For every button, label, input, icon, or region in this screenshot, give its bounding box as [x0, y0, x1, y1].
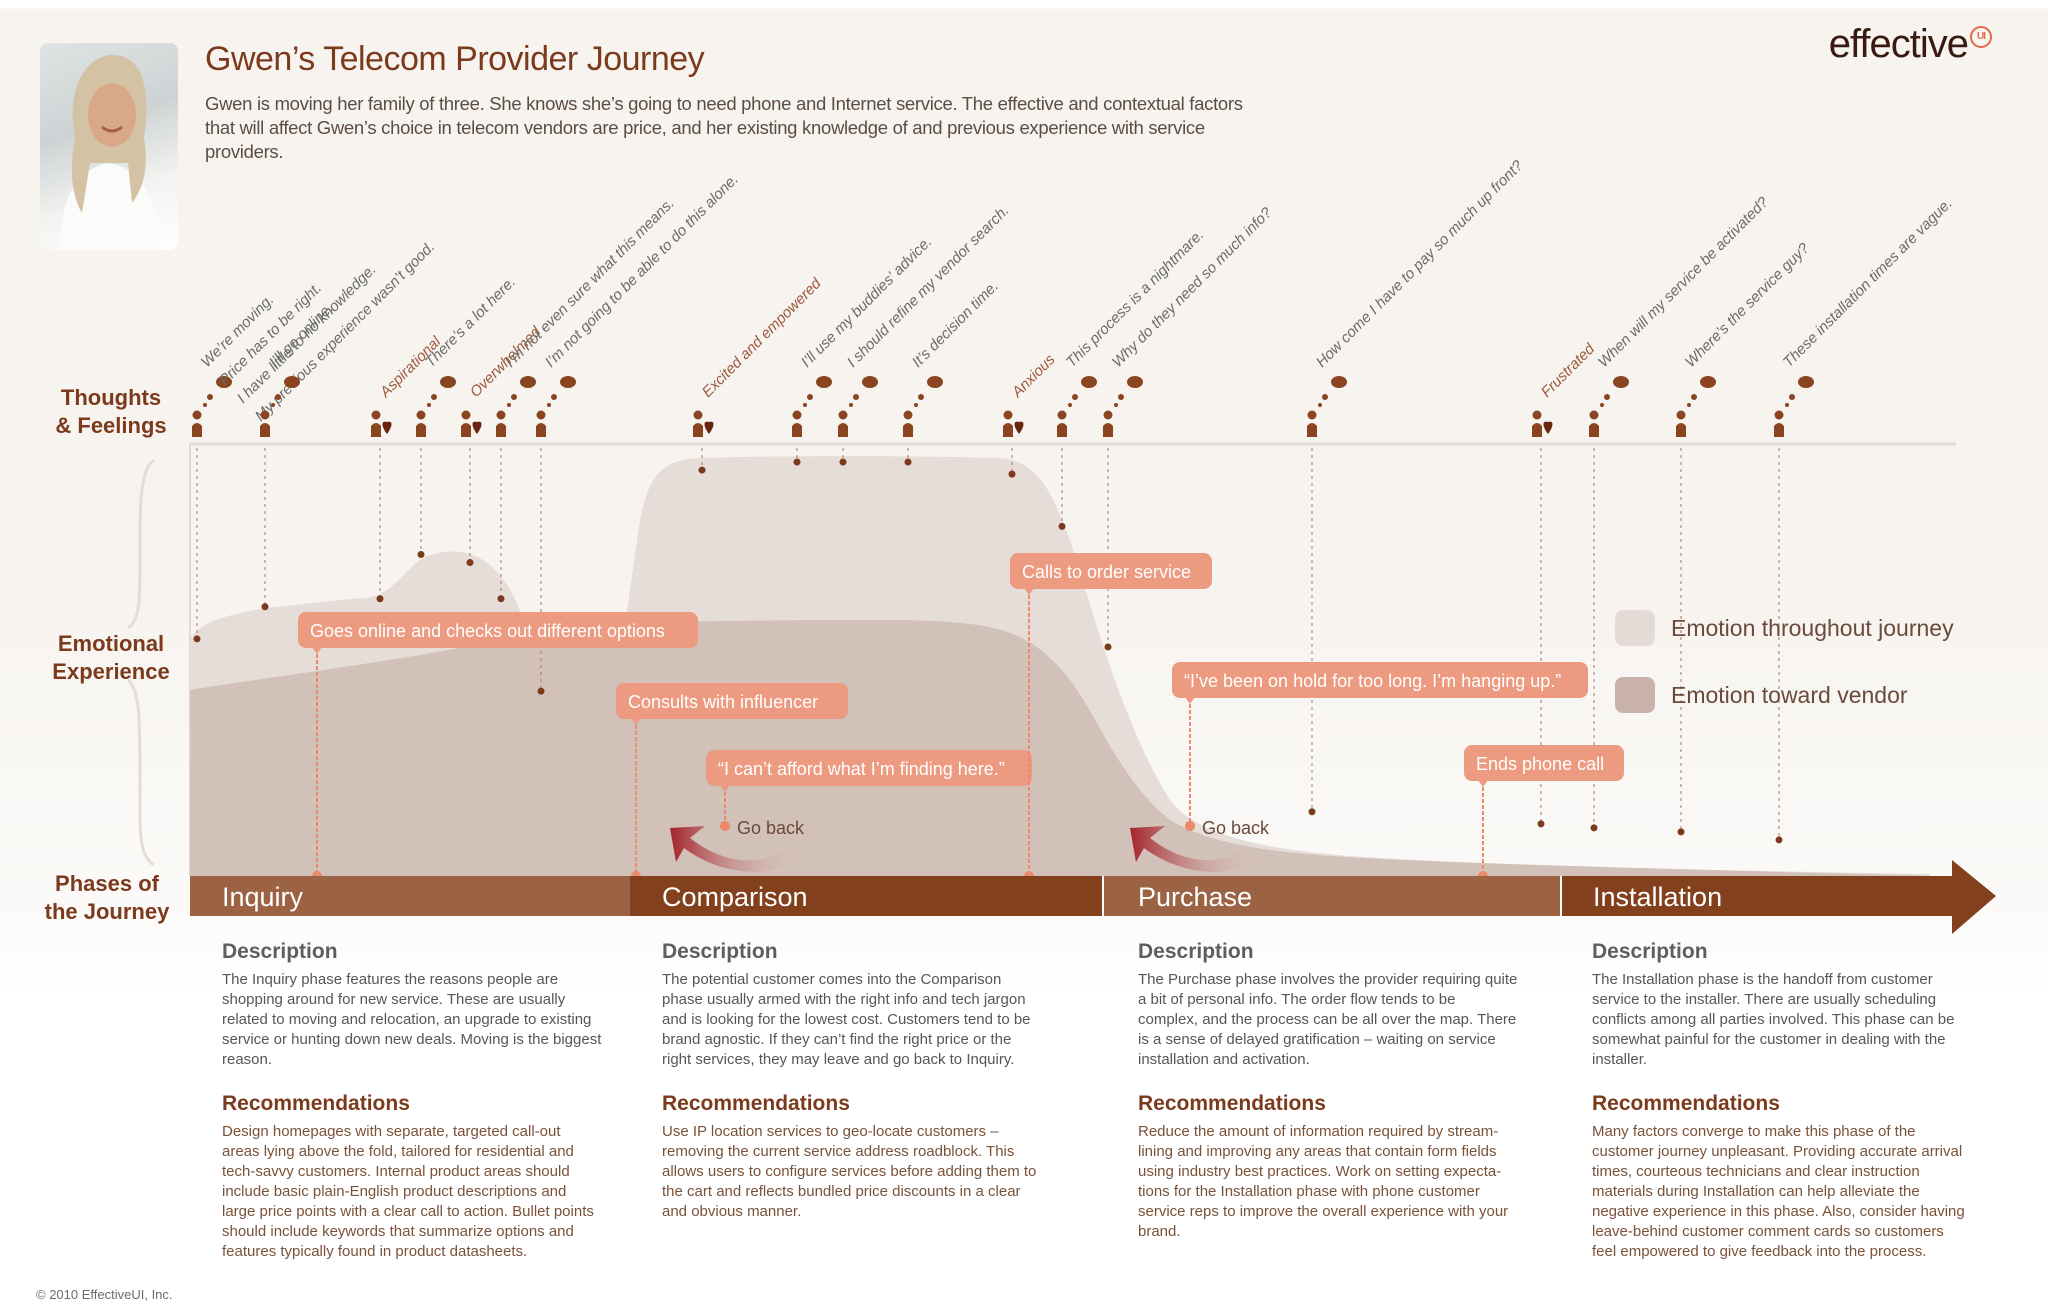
callout-text: “I can’t afford what I’m finding here.” [718, 759, 1005, 779]
thought-text: I’m not going to be able to do this alon… [542, 171, 742, 371]
recommendations-text: Use IP location services to geo-locate c… [662, 1123, 1037, 1220]
person-thinking-icon [1774, 376, 1814, 437]
person-thinking-icon [1057, 376, 1097, 437]
phase-details-installation: Description The Installation phase is th… [1592, 940, 1972, 1262]
description-heading: Description [662, 940, 778, 963]
emotion-point [1308, 808, 1316, 816]
callout-pointer [1185, 697, 1195, 704]
description-text: The Purchase phase involves the provider… [1138, 971, 1518, 1068]
thought-text: I’m not even sure what this means. [502, 195, 678, 371]
emotion-point [497, 595, 505, 603]
emotion-point [1104, 643, 1112, 651]
brace-upper [127, 458, 155, 630]
description-text: The potential customer comes into the Co… [662, 971, 1031, 1068]
emotion-point [904, 458, 912, 466]
person-thinking-icon [496, 376, 536, 437]
person-thinking-icon [536, 376, 576, 437]
emotion-point [376, 595, 384, 603]
feeling-text: Frustrated [1538, 340, 1599, 401]
callout: Ends phone call [1464, 745, 1624, 881]
legend-label-throughout: Emotion throughout journey [1671, 615, 1954, 641]
feeling-marker[interactable]: Anxious [1003, 351, 1059, 478]
description-text: The Installation phase is the handoff fr… [1592, 971, 1955, 1068]
emotion-point [1590, 824, 1598, 832]
callout-text: Ends phone call [1476, 754, 1604, 774]
emotion-point [1058, 522, 1066, 530]
person-heart-icon [371, 410, 392, 437]
phase-label-comparison: Comparison [662, 882, 808, 912]
thought-text: These installation times are vague. [1780, 195, 1956, 371]
person-thinking-icon [903, 376, 943, 437]
emotion-point [537, 687, 545, 695]
brace-lower [126, 678, 155, 867]
emotion-point [1008, 470, 1016, 478]
legend: Emotion throughout journey Emotion towar… [1615, 610, 1954, 713]
person-thinking-icon [838, 376, 878, 437]
recommendations-heading: Recommendations [222, 1092, 410, 1115]
emotion-point [1775, 836, 1783, 844]
legend-label-vendor: Emotion toward vendor [1671, 682, 1908, 708]
feeling-text: Excited and empowered [699, 275, 825, 401]
feeling-text: Anxious [1008, 351, 1059, 402]
person-thinking-icon [1307, 376, 1347, 437]
go-back-label: Go back [1202, 818, 1270, 838]
description-text: The Inquiry phase features the reasons p… [222, 971, 602, 1068]
callout-pointer [1478, 780, 1488, 787]
person-thinking-icon [416, 376, 456, 437]
description-heading: Description [1138, 940, 1254, 963]
emotion-point [1677, 828, 1685, 836]
person-heart-icon [1532, 410, 1553, 437]
recommendations-heading: Recommendations [1592, 1092, 1780, 1115]
go-back-label: Go back [737, 818, 805, 838]
recommendations-text: Design homepages with separate, targeted… [222, 1123, 594, 1260]
emotion-point [261, 603, 269, 611]
phase-details-inquiry: Description The Inquiry phase features t… [222, 940, 602, 1262]
callout-text: Goes online and checks out different opt… [310, 621, 665, 641]
thought-marker[interactable]: How come I have to pay so much up front? [1307, 157, 1527, 816]
phase-details-purchase: Description The Purchase phase involves … [1138, 940, 1518, 1242]
person-heart-icon [461, 410, 482, 437]
person-heart-icon [693, 410, 714, 437]
callout-text: Calls to order service [1022, 562, 1191, 582]
recommendations-heading: Recommendations [1138, 1092, 1326, 1115]
emotion-point [1537, 820, 1545, 828]
legend-swatch-vendor [1615, 677, 1655, 713]
phase-details-comparison: Description The potential customer comes… [662, 940, 1042, 1222]
description-heading: Description [1592, 940, 1708, 963]
emotion-point [193, 635, 201, 643]
phase-label-inquiry: Inquiry [222, 882, 304, 912]
thought-marker[interactable]: These installation times are vague. [1774, 195, 1956, 844]
journey-diagram: We’re moving.Price has to be right.I hav… [126, 157, 1996, 934]
go-back-dot [720, 821, 730, 831]
emotion-point [839, 458, 847, 466]
go-back-dot [1185, 821, 1195, 831]
emotion-point [793, 458, 801, 466]
person-heart-icon [1003, 410, 1024, 437]
thought-marker[interactable]: Where’s the service guy? [1676, 239, 1813, 836]
emotion-point [466, 559, 474, 567]
person-thinking-icon [792, 376, 832, 437]
thought-text: When will my service be activated? [1595, 193, 1773, 371]
callout-text: Consults with influencer [628, 692, 818, 712]
copyright: © 2010 EffectiveUI, Inc. [36, 1287, 173, 1302]
emotion-point [417, 551, 425, 558]
phase-label-purchase: Purchase [1138, 882, 1252, 912]
recommendations-text: Many factors converge to make this phase… [1592, 1123, 1965, 1260]
person-thinking-icon [1103, 376, 1143, 437]
phase-label-installation: Installation [1593, 882, 1722, 912]
description-heading: Description [222, 940, 338, 963]
recommendations-heading: Recommendations [662, 1092, 850, 1115]
person-thinking-icon [1589, 376, 1629, 437]
callout-text: “I’ve been on hold for too long. I’m han… [1184, 671, 1561, 691]
legend-swatch-throughout [1615, 610, 1655, 646]
person-thinking-icon [1676, 376, 1716, 437]
emotion-point [698, 466, 706, 474]
thought-text: How come I have to pay so much up front? [1313, 157, 1527, 371]
recommendations-text: Reduce the amount of information require… [1138, 1123, 1509, 1240]
